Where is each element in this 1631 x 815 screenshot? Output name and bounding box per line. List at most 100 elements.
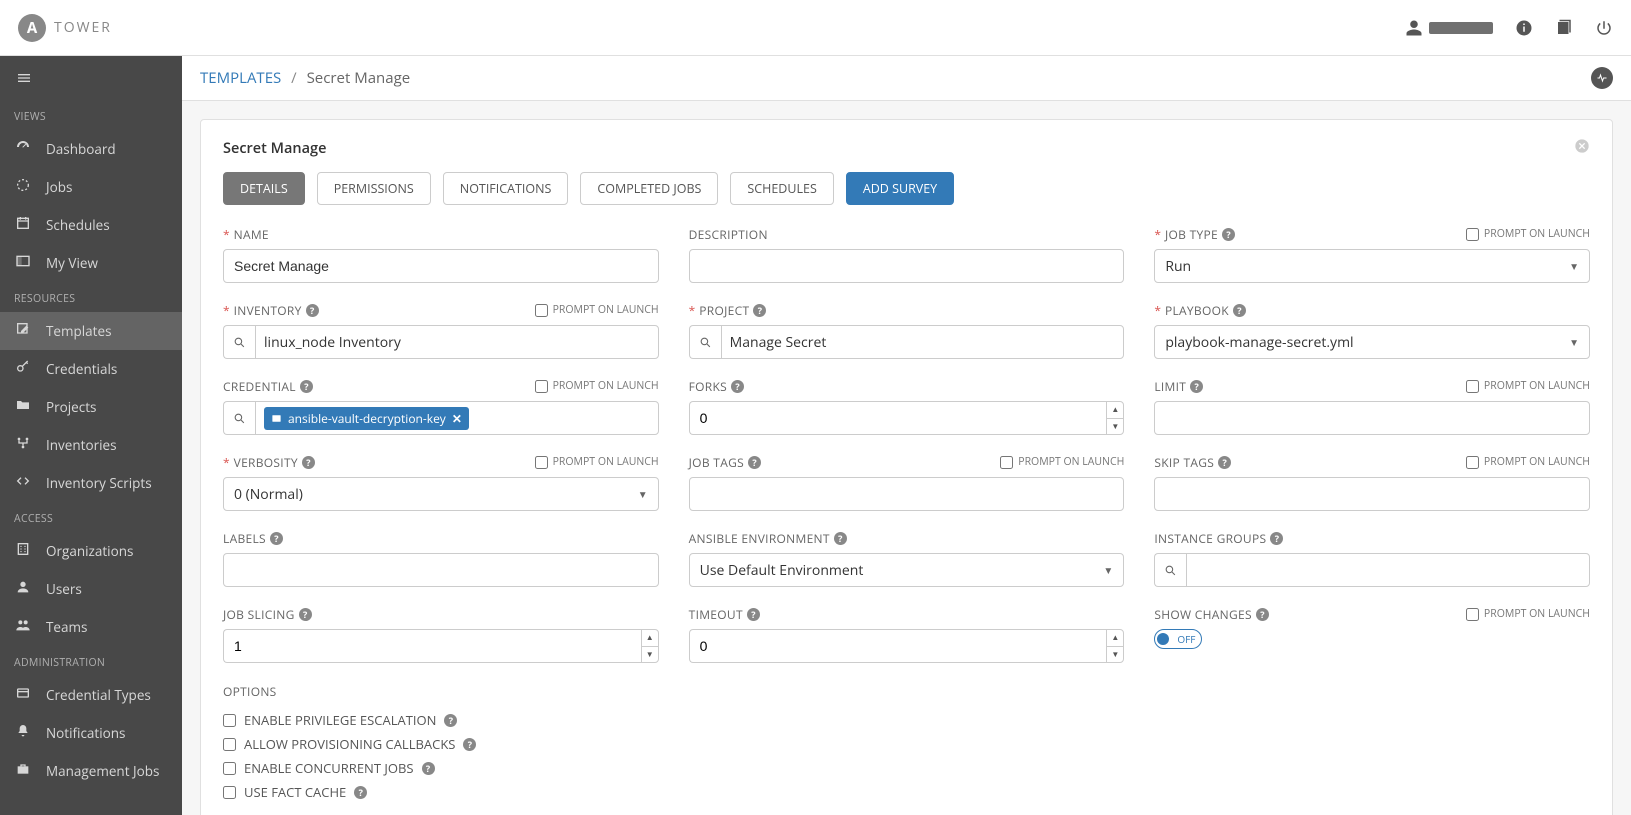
inventory-value[interactable]: linux_node Inventory: [255, 325, 659, 359]
sidebar-item-dashboard[interactable]: Dashboard: [0, 130, 182, 168]
help-icon[interactable]: ?: [300, 380, 313, 393]
spinner-down[interactable]: ▼: [1107, 647, 1123, 663]
hamburger-button[interactable]: [0, 56, 182, 100]
job-tags-input[interactable]: [689, 477, 1125, 511]
remove-chip-button[interactable]: ✕: [452, 410, 462, 427]
job-type-select[interactable]: Run▼: [1154, 249, 1590, 283]
field-project: *PROJECT? Manage Secret: [689, 301, 1125, 359]
name-input[interactable]: [223, 249, 659, 283]
prompt-inventory[interactable]: PROMPT ON LAUNCH: [535, 303, 659, 317]
help-icon[interactable]: ?: [422, 762, 435, 775]
sidebar-item-organizations[interactable]: Organizations: [0, 532, 182, 570]
tab-schedules[interactable]: SCHEDULES: [730, 172, 833, 205]
timeout-input[interactable]: [689, 629, 1107, 663]
sidebar-item-management-jobs[interactable]: Management Jobs: [0, 752, 182, 790]
option-concurrent[interactable]: ENABLE CONCURRENT JOBS?: [223, 756, 1590, 780]
help-icon[interactable]: ?: [302, 456, 315, 469]
limit-input[interactable]: [1154, 401, 1590, 435]
option-priv-esc[interactable]: ENABLE PRIVILEGE ESCALATION?: [223, 708, 1590, 732]
sidebar-item-inventory-scripts[interactable]: Inventory Scripts: [0, 464, 182, 502]
sidebar-item-templates[interactable]: Templates: [0, 312, 182, 350]
docs-icon[interactable]: [1555, 19, 1573, 37]
sidebar-item-schedules[interactable]: Schedules: [0, 206, 182, 244]
label-job-type: JOB TYPE: [1165, 226, 1218, 243]
breadcrumb-current: Secret Manage: [307, 68, 411, 88]
breadcrumb-root[interactable]: TEMPLATES: [200, 68, 281, 88]
description-input[interactable]: [689, 249, 1125, 283]
sidebar-item-jobs[interactable]: Jobs: [0, 168, 182, 206]
tab-details[interactable]: DETAILS: [223, 172, 305, 205]
activity-stream-button[interactable]: [1591, 67, 1613, 89]
show-changes-toggle[interactable]: OFF: [1154, 629, 1202, 649]
panel-title: Secret Manage: [223, 139, 326, 158]
spinner-up[interactable]: ▲: [1107, 630, 1123, 647]
prompt-verbosity[interactable]: PROMPT ON LAUNCH: [535, 455, 659, 469]
sidebar-item-teams[interactable]: Teams: [0, 608, 182, 646]
prompt-job-tags[interactable]: PROMPT ON LAUNCH: [1000, 455, 1124, 469]
playbook-select[interactable]: playbook-manage-secret.yml▼: [1154, 325, 1590, 359]
help-icon[interactable]: ?: [354, 786, 367, 799]
spinner-down[interactable]: ▼: [642, 647, 658, 663]
label-skip-tags: SKIP TAGS: [1154, 454, 1214, 471]
sidebar-item-users[interactable]: Users: [0, 570, 182, 608]
prompt-show-changes[interactable]: PROMPT ON LAUNCH: [1466, 607, 1590, 621]
power-icon[interactable]: [1595, 19, 1613, 37]
tab-notifications[interactable]: NOTIFICATIONS: [443, 172, 569, 205]
instance-groups-value[interactable]: [1186, 553, 1590, 587]
job-slicing-input[interactable]: [223, 629, 641, 663]
tab-completed-jobs[interactable]: COMPLETED JOBS: [580, 172, 718, 205]
help-icon[interactable]: ?: [753, 304, 766, 317]
option-fact-cache[interactable]: USE FACT CACHE?: [223, 780, 1590, 804]
prompt-skip-tags[interactable]: PROMPT ON LAUNCH: [1466, 455, 1590, 469]
inventory-search-button[interactable]: [223, 325, 255, 359]
info-icon[interactable]: [1515, 19, 1533, 37]
tab-permissions[interactable]: PERMISSIONS: [317, 172, 431, 205]
credential-value[interactable]: ansible-vault-decryption-key ✕: [255, 401, 659, 435]
help-icon[interactable]: ?: [834, 532, 847, 545]
project-value[interactable]: Manage Secret: [721, 325, 1125, 359]
help-icon[interactable]: ?: [1233, 304, 1246, 317]
sidebar-item-projects[interactable]: Projects: [0, 388, 182, 426]
project-search-button[interactable]: [689, 325, 721, 359]
job-slicing-spinner[interactable]: ▲▼: [223, 629, 659, 663]
help-icon[interactable]: ?: [747, 608, 760, 621]
field-forks: FORKS? ▲▼: [689, 377, 1125, 435]
sidebar-item-myview[interactable]: My View: [0, 244, 182, 282]
spinner-up[interactable]: ▲: [1107, 402, 1123, 419]
help-icon[interactable]: ?: [1218, 456, 1231, 469]
help-icon[interactable]: ?: [444, 714, 457, 727]
skip-tags-input[interactable]: [1154, 477, 1590, 511]
ansible-env-select[interactable]: Use Default Environment▼: [689, 553, 1125, 587]
chevron-down-icon: ▼: [1103, 563, 1113, 577]
sidebar-item-inventories[interactable]: Inventories: [0, 426, 182, 464]
help-icon[interactable]: ?: [299, 608, 312, 621]
help-icon[interactable]: ?: [306, 304, 319, 317]
credential-search-button[interactable]: [223, 401, 255, 435]
forks-input[interactable]: [689, 401, 1107, 435]
help-icon[interactable]: ?: [731, 380, 744, 393]
prompt-job-type[interactable]: PROMPT ON LAUNCH: [1466, 227, 1590, 241]
sidebar-item-credentials[interactable]: Credentials: [0, 350, 182, 388]
help-icon[interactable]: ?: [463, 738, 476, 751]
user-block[interactable]: [1405, 19, 1493, 37]
timeout-spinner[interactable]: ▲▼: [689, 629, 1125, 663]
help-icon[interactable]: ?: [748, 456, 761, 469]
close-panel-button[interactable]: [1574, 138, 1590, 158]
spinner-down[interactable]: ▼: [1107, 419, 1123, 435]
verbosity-select[interactable]: 0 (Normal)▼: [223, 477, 659, 511]
help-icon[interactable]: ?: [1256, 608, 1269, 621]
help-icon[interactable]: ?: [270, 532, 283, 545]
help-icon[interactable]: ?: [1270, 532, 1283, 545]
spinner-up[interactable]: ▲: [642, 630, 658, 647]
forks-spinner[interactable]: ▲▼: [689, 401, 1125, 435]
option-prov-callbacks[interactable]: ALLOW PROVISIONING CALLBACKS?: [223, 732, 1590, 756]
tab-add-survey[interactable]: ADD SURVEY: [846, 172, 954, 205]
sidebar-item-credential-types[interactable]: Credential Types: [0, 676, 182, 714]
help-icon[interactable]: ?: [1190, 380, 1203, 393]
labels-input[interactable]: [223, 553, 659, 587]
prompt-limit[interactable]: PROMPT ON LAUNCH: [1466, 379, 1590, 393]
help-icon[interactable]: ?: [1222, 228, 1235, 241]
prompt-credential[interactable]: PROMPT ON LAUNCH: [535, 379, 659, 393]
sidebar-item-notifications[interactable]: Notifications: [0, 714, 182, 752]
instance-groups-search-button[interactable]: [1154, 553, 1186, 587]
